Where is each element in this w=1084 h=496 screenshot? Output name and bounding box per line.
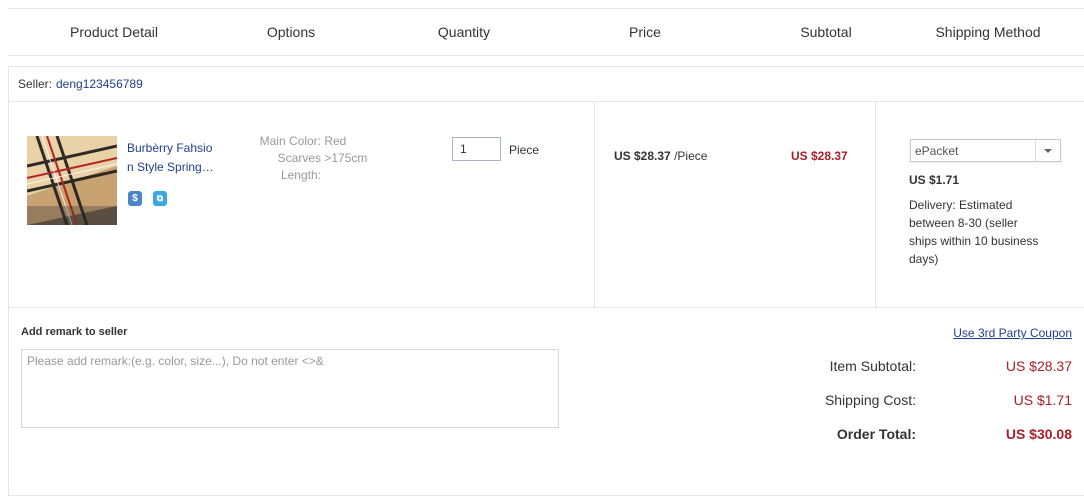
quantity-unit: Piece	[509, 143, 540, 157]
delivery-line: ships within 10 business	[909, 234, 1039, 248]
third-party-coupon-link[interactable]: Use 3rd Party Coupon	[900, 326, 1072, 340]
delivery-line: Delivery: Estimated	[909, 198, 1013, 212]
header-shipping-method: Shipping Method	[935, 24, 1041, 40]
header-price: Price	[629, 24, 661, 40]
option-key: Scarves	[277, 151, 321, 165]
item-subtotal-value: US $28.37	[791, 149, 848, 163]
delivery-info: Delivery: Estimated between 8-30 (seller…	[909, 196, 1069, 268]
unit-price-value: US $28.37	[614, 149, 671, 163]
quantity-input[interactable]	[452, 137, 501, 161]
divider	[9, 307, 1084, 308]
header-quantity: Quantity	[437, 24, 491, 40]
header-options: Options	[266, 24, 316, 40]
return-badge-icon: ⧉	[153, 191, 167, 206]
option-value: Red	[324, 134, 347, 148]
seller-label: Seller:	[18, 77, 53, 91]
product-title-line2: n Style Spring…	[127, 160, 214, 174]
delivery-line: between 8-30 (seller	[909, 216, 1018, 230]
unit-price: US $28.37 /Piece	[614, 149, 707, 163]
order-total-label: Order Total:	[836, 426, 916, 442]
product-image[interactable]	[27, 136, 117, 225]
summary-item-subtotal: US $28.37	[1005, 358, 1072, 374]
option-key: Length:	[280, 168, 321, 182]
remark-label: Add remark to seller	[21, 326, 128, 338]
shipping-method-select[interactable]: ePacket	[910, 139, 1061, 162]
shipping-cost-value: US $1.71	[909, 173, 960, 187]
header-product-detail: Product Detail	[70, 24, 158, 40]
delivery-line: days)	[909, 252, 939, 266]
item-subtotal-label: Item Subtotal:	[829, 358, 916, 374]
dollar-badge-icon: $	[128, 191, 142, 206]
seller-row: Seller: deng123456789	[9, 67, 1084, 102]
table-header: Product Detail Options Quantity Price Su…	[8, 8, 1084, 56]
summary-order-total: US $30.08	[1005, 426, 1072, 442]
product-title-line1: Burbèrry Fahsio	[127, 141, 213, 155]
shipping-method-value: ePacket	[915, 144, 959, 158]
divider	[875, 101, 876, 308]
shipping-cost-label: Shipping Cost:	[824, 392, 916, 408]
product-options: Main Color: Red Scarves >175cm Length:	[230, 133, 368, 184]
divider	[594, 101, 595, 308]
option-key: Main Color:	[259, 134, 321, 148]
remark-textarea[interactable]	[22, 350, 558, 427]
chevron-down-icon[interactable]	[1035, 140, 1060, 161]
unit-price-unit: /Piece	[674, 149, 708, 163]
seller-name-link[interactable]: deng123456789	[56, 77, 143, 91]
product-title-link[interactable]: Burbèrry Fahsio n Style Spring…	[127, 139, 227, 177]
remark-box	[21, 349, 559, 428]
summary-shipping-cost: US $1.71	[1013, 392, 1072, 408]
header-subtotal: Subtotal	[800, 24, 852, 40]
option-value: >175cm	[324, 151, 368, 165]
